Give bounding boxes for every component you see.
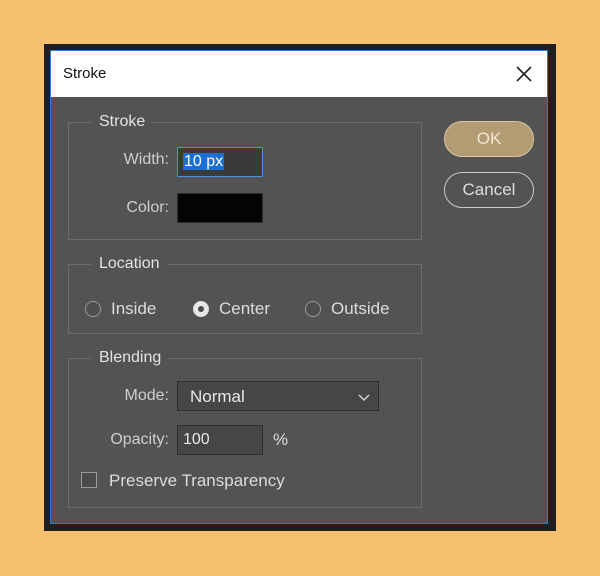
radio-inside-label[interactable]: Inside [111,299,156,319]
radio-outside[interactable] [305,301,321,317]
blending-legend: Blending [91,348,170,368]
close-button[interactable] [509,59,539,89]
mode-select[interactable]: Normal [177,381,379,411]
color-label: Color: [126,199,169,216]
radio-outside-label[interactable]: Outside [331,299,390,319]
cancel-button[interactable]: Cancel [444,172,534,208]
blending-group: Blending Mode: Normal Opacity: 100 % Pre… [68,348,422,508]
preserve-transparency-label[interactable]: Preserve Transparency [109,471,285,491]
preserve-transparency-checkbox[interactable] [81,472,97,488]
close-icon [516,66,532,82]
radio-center[interactable] [193,301,209,317]
stroke-group: Stroke Width: 10 px Color: [68,112,422,240]
dialog-window: Stroke Stroke Width: 10 px Color: Locati… [50,50,548,524]
radio-center-label[interactable]: Center [219,299,270,319]
chevron-down-icon [358,394,370,402]
width-input[interactable]: 10 px [177,147,263,177]
opacity-unit: % [273,430,289,449]
opacity-label: Opacity: [110,431,169,448]
location-legend: Location [91,254,168,274]
opacity-value: 100 [183,431,210,448]
dialog-content: Stroke Width: 10 px Color: Location Insi… [51,97,547,523]
mode-value: Normal [190,387,245,406]
width-label: Width: [123,151,169,168]
ok-button[interactable]: OK [444,121,534,157]
stroke-dialog: Stroke Stroke Width: 10 px Color: Locati… [44,44,556,531]
width-value: 10 px [183,153,225,170]
mode-label: Mode: [124,387,169,404]
title-bar[interactable]: Stroke [51,51,547,97]
dialog-title: Stroke [63,65,107,82]
opacity-input[interactable]: 100 [177,425,263,455]
color-swatch[interactable] [177,193,263,223]
radio-inside[interactable] [85,301,101,317]
stroke-legend: Stroke [91,112,154,132]
location-group: Location Inside Center Outside [68,254,422,334]
